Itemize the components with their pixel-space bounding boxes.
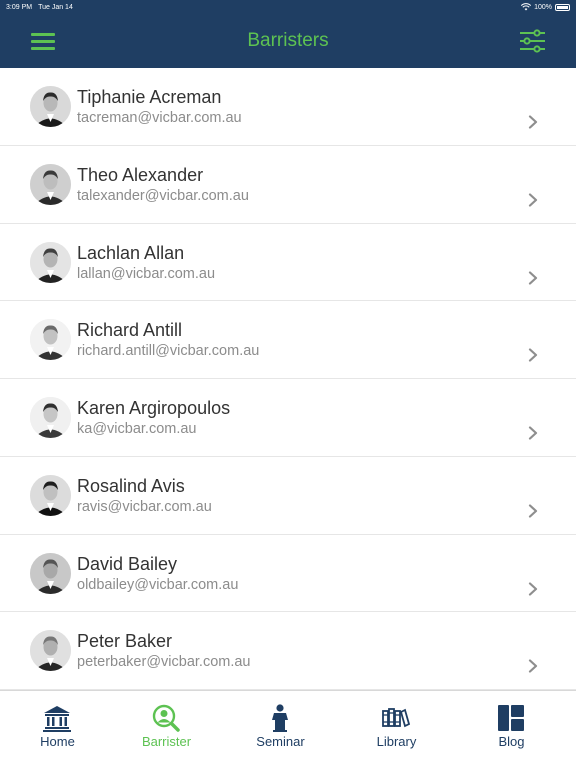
barrister-row[interactable]: Richard Antill richard.antill@vicbar.com.… bbox=[0, 301, 576, 379]
tab-bar: Home Barrister Seminar Library Blog bbox=[0, 690, 576, 768]
courthouse-icon bbox=[43, 706, 71, 732]
barrister-name: Theo Alexander bbox=[77, 164, 204, 185]
chevron-right-icon bbox=[528, 659, 538, 673]
tab-seminar[interactable]: Seminar bbox=[223, 691, 338, 768]
tab-seminar-label: Seminar bbox=[256, 734, 305, 749]
page-title: Barristers bbox=[247, 30, 329, 51]
barrister-row[interactable]: David Bailey oldbailey@vicbar.com.au bbox=[0, 535, 576, 613]
barrister-email[interactable]: oldbailey@vicbar.com.au bbox=[77, 577, 238, 593]
blog-layout-icon bbox=[498, 705, 524, 731]
tab-home-label: Home bbox=[40, 734, 75, 749]
barrister-list[interactable]: Tiphanie Acreman tacreman@vicbar.com.au Th… bbox=[0, 68, 576, 690]
avatar bbox=[30, 397, 71, 438]
chevron-right-icon bbox=[528, 193, 538, 207]
status-date: Tue Jan 14 bbox=[38, 3, 73, 11]
barrister-name: Karen Argiropoulos bbox=[77, 398, 231, 418]
battery-percent: 100% bbox=[534, 3, 552, 11]
barrister-row[interactable]: Lachlan Allan lallan@vicbar.com.au bbox=[0, 224, 576, 302]
tab-barrister[interactable]: Barrister bbox=[109, 691, 224, 768]
barrister-row[interactable]: Tiphanie Acreman tacreman@vicbar.com.au bbox=[0, 68, 576, 146]
barrister-row[interactable]: Theo Alexander talexander@vicbar.com.au bbox=[0, 146, 576, 224]
battery-icon bbox=[555, 3, 570, 11]
barrister-email[interactable]: peterbaker@vicbar.com.au bbox=[77, 654, 251, 670]
barrister-email[interactable]: ravis@vicbar.com.au bbox=[77, 499, 212, 515]
chevron-right-icon bbox=[528, 115, 538, 129]
chevron-right-icon bbox=[528, 581, 538, 596]
avatar bbox=[30, 163, 71, 205]
sliders-filter-icon[interactable] bbox=[519, 29, 546, 53]
tab-barrister-label: Barrister bbox=[141, 734, 192, 749]
barrister-row[interactable]: Rosalind Avis ravis@vicbar.com.au bbox=[0, 457, 576, 535]
tab-home[interactable]: Home bbox=[0, 691, 115, 768]
avatar bbox=[30, 86, 71, 127]
person-search-icon bbox=[152, 704, 180, 732]
chevron-right-icon bbox=[528, 348, 538, 362]
avatar bbox=[30, 552, 71, 594]
chevron-right-icon bbox=[528, 504, 538, 518]
barrister-email[interactable]: ka@vicbar.com.au bbox=[77, 421, 197, 437]
hamburger-menu-icon[interactable] bbox=[31, 33, 55, 51]
navigation-bar: Barristers bbox=[0, 14, 576, 68]
barrister-row[interactable]: Karen Argiropoulos ka@vicbar.com.au bbox=[0, 379, 576, 457]
tab-blog-label: Blog bbox=[498, 734, 525, 749]
status-bar: 3:09 PM Tue Jan 14 100% bbox=[0, 0, 576, 14]
speaker-podium-icon bbox=[272, 704, 288, 732]
tab-blog[interactable]: Blog bbox=[454, 691, 569, 768]
status-right: 100% bbox=[521, 3, 570, 11]
tab-library-label: Library bbox=[376, 734, 417, 749]
chevron-right-icon bbox=[528, 426, 538, 440]
barrister-row[interactable]: Peter Baker peterbaker@vicbar.com.au bbox=[0, 612, 576, 690]
wifi-icon bbox=[521, 3, 532, 11]
status-time: 3:09 PM bbox=[6, 3, 33, 11]
barrister-name: Richard Antill bbox=[77, 320, 183, 341]
barrister-email[interactable]: talexander@vicbar.com.au bbox=[77, 188, 249, 204]
barrister-name: Lachlan Allan bbox=[77, 242, 185, 263]
avatar bbox=[30, 630, 71, 672]
avatar bbox=[30, 474, 71, 516]
barrister-email[interactable]: lallan@vicbar.com.au bbox=[77, 266, 215, 282]
barrister-name: Tiphanie Acreman bbox=[77, 87, 222, 107]
barrister-email[interactable]: richard.antill@vicbar.com.au bbox=[77, 343, 259, 359]
books-icon bbox=[382, 708, 411, 728]
barrister-name: David Bailey bbox=[77, 553, 178, 574]
barrister-name: Peter Baker bbox=[77, 631, 173, 652]
chevron-right-icon bbox=[528, 270, 538, 285]
barrister-name: Rosalind Avis bbox=[77, 475, 185, 496]
avatar bbox=[30, 319, 71, 361]
avatar bbox=[30, 241, 71, 283]
tab-library[interactable]: Library bbox=[339, 691, 454, 768]
barrister-email[interactable]: tacreman@vicbar.com.au bbox=[77, 110, 242, 126]
